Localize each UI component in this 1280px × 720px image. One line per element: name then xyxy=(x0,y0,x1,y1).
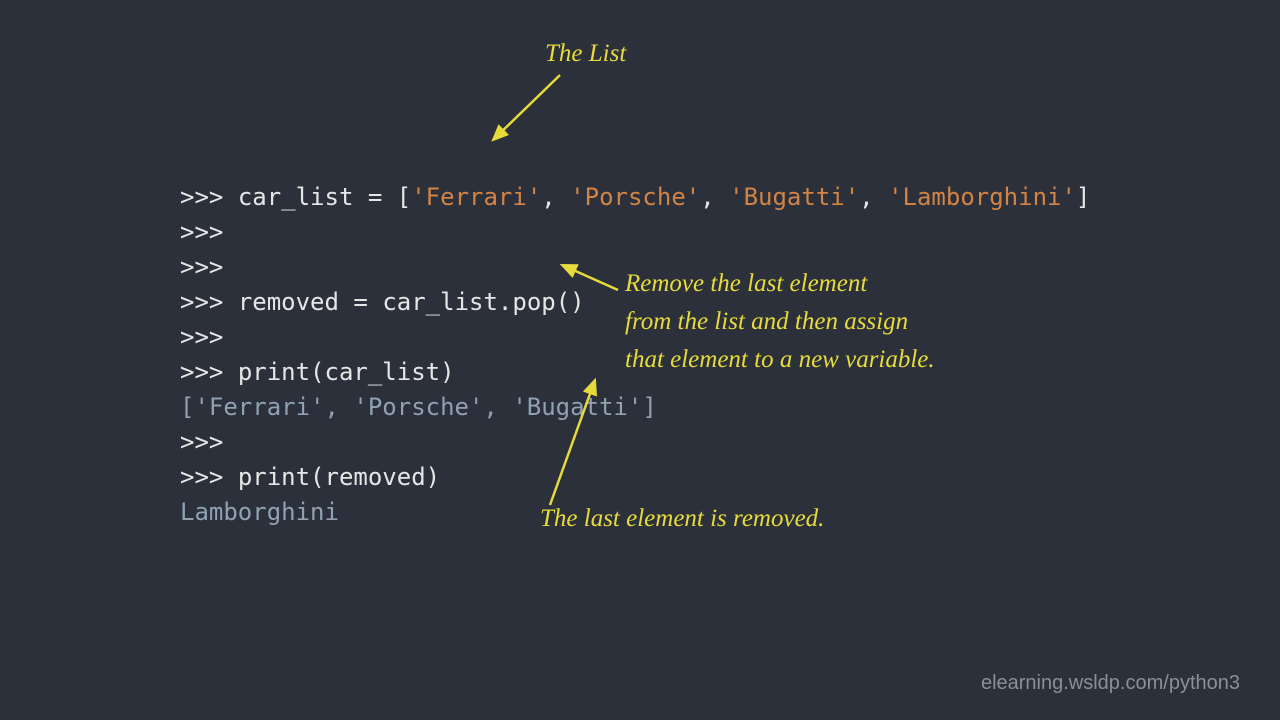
annotation-removed: The last element is removed. xyxy=(540,500,824,538)
var-car-list: car_list xyxy=(238,183,354,211)
prompt: >>> xyxy=(180,218,223,246)
prompt: >>> xyxy=(180,288,223,316)
prompt: >>> xyxy=(180,463,223,491)
prompt: >>> xyxy=(180,253,223,281)
var-removed: removed xyxy=(238,288,339,316)
annotation-the-list: The List xyxy=(545,35,626,73)
watermark: elearning.wsldp.com/python3 xyxy=(981,672,1240,695)
print-removed: print(removed) xyxy=(238,463,440,491)
string-bugatti: 'Bugatti' xyxy=(729,183,859,211)
prompt: >>> xyxy=(180,183,223,211)
prompt: >>> xyxy=(180,358,223,386)
prompt: >>> xyxy=(180,428,223,456)
string-lamborghini: 'Lamborghini' xyxy=(888,183,1076,211)
annotation-remove-last: Remove the last element from the list an… xyxy=(625,265,935,379)
output-car-list: ['Ferrari', 'Porsche', 'Bugatti'] xyxy=(180,393,657,421)
prompt: >>> xyxy=(180,323,223,351)
arrow-top xyxy=(493,75,560,140)
string-ferrari: 'Ferrari' xyxy=(411,183,541,211)
string-porsche: 'Porsche' xyxy=(570,183,700,211)
pop-call: car_list.pop() xyxy=(382,288,584,316)
output-removed: Lamborghini xyxy=(180,498,339,526)
print-car-list: print(car_list) xyxy=(238,358,455,386)
